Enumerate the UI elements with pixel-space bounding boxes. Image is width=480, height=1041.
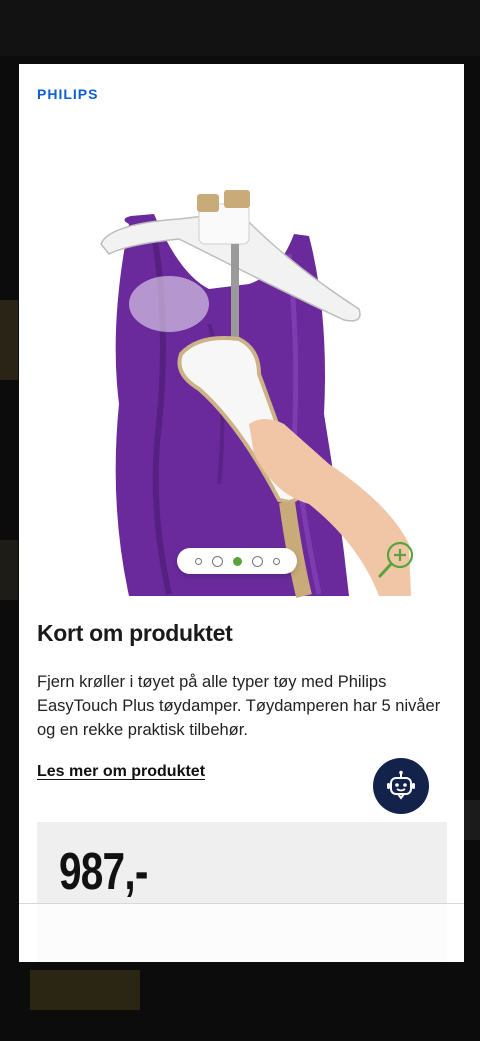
brand-logo: PHILIPS [37,86,99,102]
background-footer [30,970,140,1010]
carousel-dot[interactable] [251,555,263,567]
background-strip-left [0,300,18,380]
zoom-in-icon[interactable] [374,538,418,582]
background-strip-right [464,800,480,840]
section-title: Kort om produktet [37,620,233,646]
carousel-indicator[interactable] [177,548,297,574]
read-more-link[interactable]: Les mer om produktet [37,763,205,781]
carousel-dot[interactable] [272,557,280,565]
product-image [100,190,411,598]
chat-bot-button[interactable] [373,758,429,814]
product-description: Fjern krøller i tøyet på alle typer tøy … [37,673,441,739]
background-strip-left [0,540,18,600]
carousel-dot[interactable] [211,555,223,567]
chat-bot-icon [387,770,415,800]
product-price: 987,- [59,843,148,901]
carousel-dot-active[interactable] [232,556,242,566]
product-modal: PHILIPS Kort om produktet Fjern krøller … [19,64,464,962]
bottom-action-bar [19,903,464,962]
carousel-dot[interactable] [194,557,202,565]
background-page [0,0,480,56]
